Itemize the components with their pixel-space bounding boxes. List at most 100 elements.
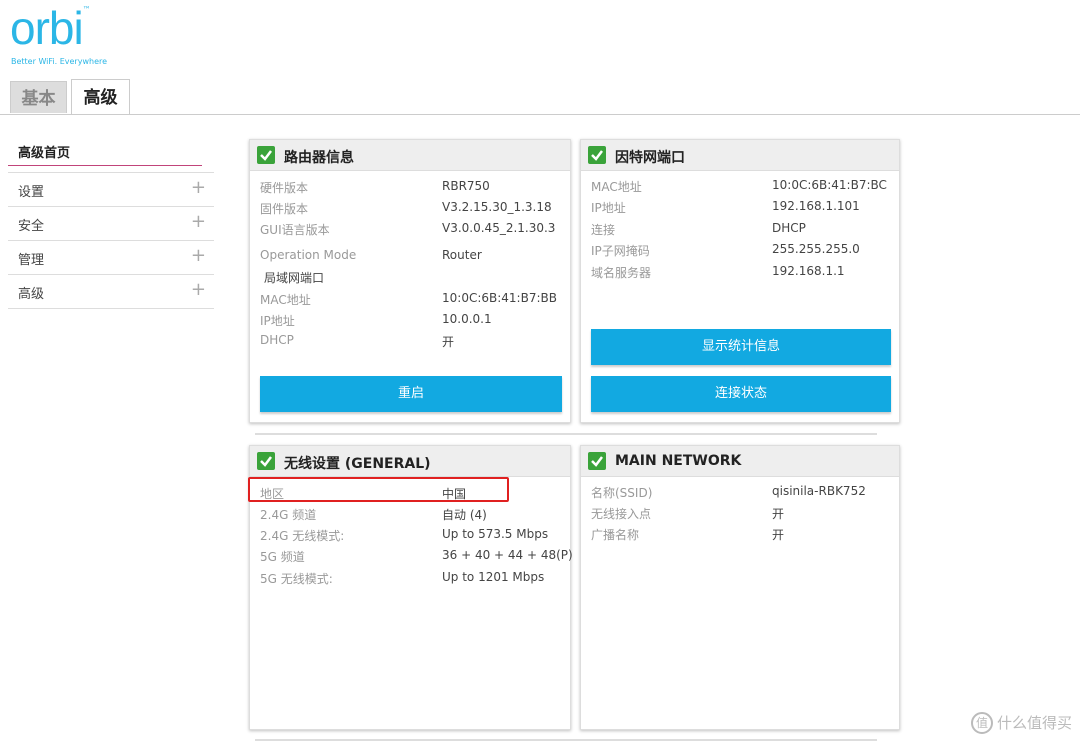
show-statistics-button[interactable]: 显示统计信息 (591, 329, 891, 365)
panel-title: 无线设置 (GENERAL) (284, 456, 431, 472)
sidebar-item-label: 设置 (18, 185, 45, 200)
info-value: 开 (442, 335, 455, 349)
info-label: 2.4G 无线模式: (260, 529, 345, 543)
expand-icon[interactable]: + (191, 177, 206, 198)
sidebar-item-advanced-home[interactable]: 高级首页 (8, 136, 202, 166)
info-value: V3.2.15.30_1.3.18 (442, 200, 552, 214)
expand-icon[interactable]: + (191, 279, 206, 300)
info-row: 固件版本 V3.2.15.30_1.3.18 (260, 200, 560, 220)
main-network-panel: MAIN NETWORK 名称(SSID) qisinila-RBK752 无线接… (580, 445, 900, 730)
info-row: GUI语言版本 V3.0.0.45_2.1.30.3 (260, 221, 560, 241)
panel-header: 无线设置 (GENERAL) (250, 446, 570, 477)
reboot-button[interactable]: 重启 (260, 376, 562, 412)
tab-basic[interactable]: 基本 (10, 81, 67, 113)
info-row: 广播名称 开 (591, 526, 889, 546)
info-row: 名称(SSID) qisinila-RBK752 (591, 484, 889, 504)
info-value: 10.0.0.1 (442, 312, 492, 326)
info-label: IP地址 (260, 314, 295, 328)
check-icon (257, 146, 275, 164)
panel-header: MAIN NETWORK (581, 446, 899, 477)
info-value: 255.255.255.0 (772, 242, 860, 256)
info-row: 局域网端口 (264, 269, 560, 289)
info-value: 开 (772, 507, 785, 521)
info-row: DHCP 开 (260, 333, 560, 353)
info-value: V3.0.0.45_2.1.30.3 (442, 221, 556, 235)
info-row: 无线接入点 开 (591, 505, 889, 525)
info-value: 192.168.1.101 (772, 199, 860, 213)
info-row: 5G 频道 36 + 40 + 44 + 48(P) (260, 548, 573, 568)
info-value: 10:0C:6B:41:B7:BB (442, 291, 557, 305)
info-row: 2.4G 频道 自动 (4) (260, 506, 560, 526)
info-value: DHCP (772, 221, 806, 235)
info-label: 连接 (591, 223, 616, 237)
connection-status-button[interactable]: 连接状态 (591, 376, 891, 412)
check-icon (257, 452, 275, 470)
info-value: RBR750 (442, 179, 490, 193)
info-label: MAC地址 (260, 293, 311, 307)
expand-icon[interactable]: + (191, 245, 206, 266)
panel-title: MAIN NETWORK (615, 453, 742, 469)
sidebar-item-label: 安全 (18, 219, 45, 234)
expand-icon[interactable]: + (191, 211, 206, 232)
sidebar: 高级首页 设置 + 安全 + 管理 + 高级 + (8, 136, 214, 309)
info-row: 连接 DHCP (591, 221, 889, 241)
info-label: 硬件版本 (260, 181, 309, 195)
info-value: 自动 (4) (442, 508, 487, 522)
info-row: 硬件版本 RBR750 (260, 179, 560, 199)
info-row: IP地址 10.0.0.1 (260, 312, 560, 332)
info-row: 5G 无线模式: Up to 1201 Mbps (260, 570, 560, 590)
info-label: 域名服务器 (591, 266, 652, 280)
section-divider (255, 433, 877, 435)
sidebar-item-settings[interactable]: 设置 + (8, 173, 214, 207)
check-icon (588, 146, 606, 164)
info-value: Router (442, 248, 482, 262)
info-value: 开 (772, 528, 785, 542)
sidebar-item-label: 高级 (18, 287, 45, 302)
info-value: 36 + 40 + 44 + 48(P) (442, 548, 573, 562)
info-value: qisinila-RBK752 (772, 484, 866, 498)
sidebar-item-label: 管理 (18, 253, 45, 268)
info-row: 域名服务器 192.168.1.1 (591, 264, 889, 284)
info-label: MAC地址 (591, 180, 642, 194)
watermark: 值什么值得买 (970, 712, 1072, 734)
info-row: IP子网掩码 255.255.255.0 (591, 242, 889, 262)
info-label: 广播名称 (591, 528, 640, 542)
info-value: 192.168.1.1 (772, 264, 845, 278)
info-label: 2.4G 频道 (260, 508, 317, 522)
internet-port-panel: 因特网端口 MAC地址 10:0C:6B:41:B7:BC IP地址 192.168… (580, 139, 900, 423)
logo-wordmark: orbi (10, 2, 84, 54)
sidebar-item-security[interactable]: 安全 + (8, 207, 214, 241)
info-value: 10:0C:6B:41:B7:BC (772, 178, 887, 192)
panel-header: 因特网端口 (581, 140, 899, 171)
info-label: 名称(SSID) (591, 486, 653, 500)
info-row: MAC地址 10:0C:6B:41:B7:BC (591, 178, 889, 198)
info-row: 2.4G 无线模式: Up to 573.5 Mbps (260, 527, 560, 547)
logo-tm: ™ (82, 5, 91, 14)
panel-header: 路由器信息 (250, 140, 570, 171)
logo-tagline: Better WiFi. Everywhere (11, 57, 108, 66)
sidebar-item-advanced[interactable]: 高级 + (8, 275, 214, 309)
info-label: Operation Mode (260, 248, 357, 262)
orbi-logo: orbi™ Better WiFi. Everywhere (10, 2, 107, 66)
info-row: IP地址 192.168.1.101 (591, 199, 889, 219)
info-label: 固件版本 (260, 202, 309, 216)
watermark-icon: 值 (970, 712, 993, 734)
region-highlight-box (248, 477, 509, 502)
sidebar-item-management[interactable]: 管理 + (8, 241, 214, 275)
info-label: 5G 频道 (260, 550, 305, 564)
info-value: Up to 1201 Mbps (442, 570, 545, 584)
header-divider (0, 114, 1080, 115)
watermark-text: 什么值得买 (996, 713, 1072, 732)
info-label: GUI语言版本 (260, 223, 330, 237)
tab-advanced[interactable]: 高级 (71, 79, 130, 115)
info-value: Up to 573.5 Mbps (442, 527, 549, 541)
check-icon (588, 452, 606, 470)
info-label: 无线接入点 (591, 507, 652, 521)
info-section-label: 局域网端口 (264, 271, 325, 285)
info-row: MAC地址 10:0C:6B:41:B7:BB (260, 291, 560, 311)
info-label: IP地址 (591, 201, 626, 215)
info-label: IP子网掩码 (591, 244, 650, 258)
router-info-panel: 路由器信息 硬件版本 RBR750 固件版本 V3.2.15.30_1.3.18 G… (249, 139, 571, 423)
info-label: 5G 无线模式: (260, 572, 333, 586)
panel-title: 路由器信息 (284, 150, 354, 166)
